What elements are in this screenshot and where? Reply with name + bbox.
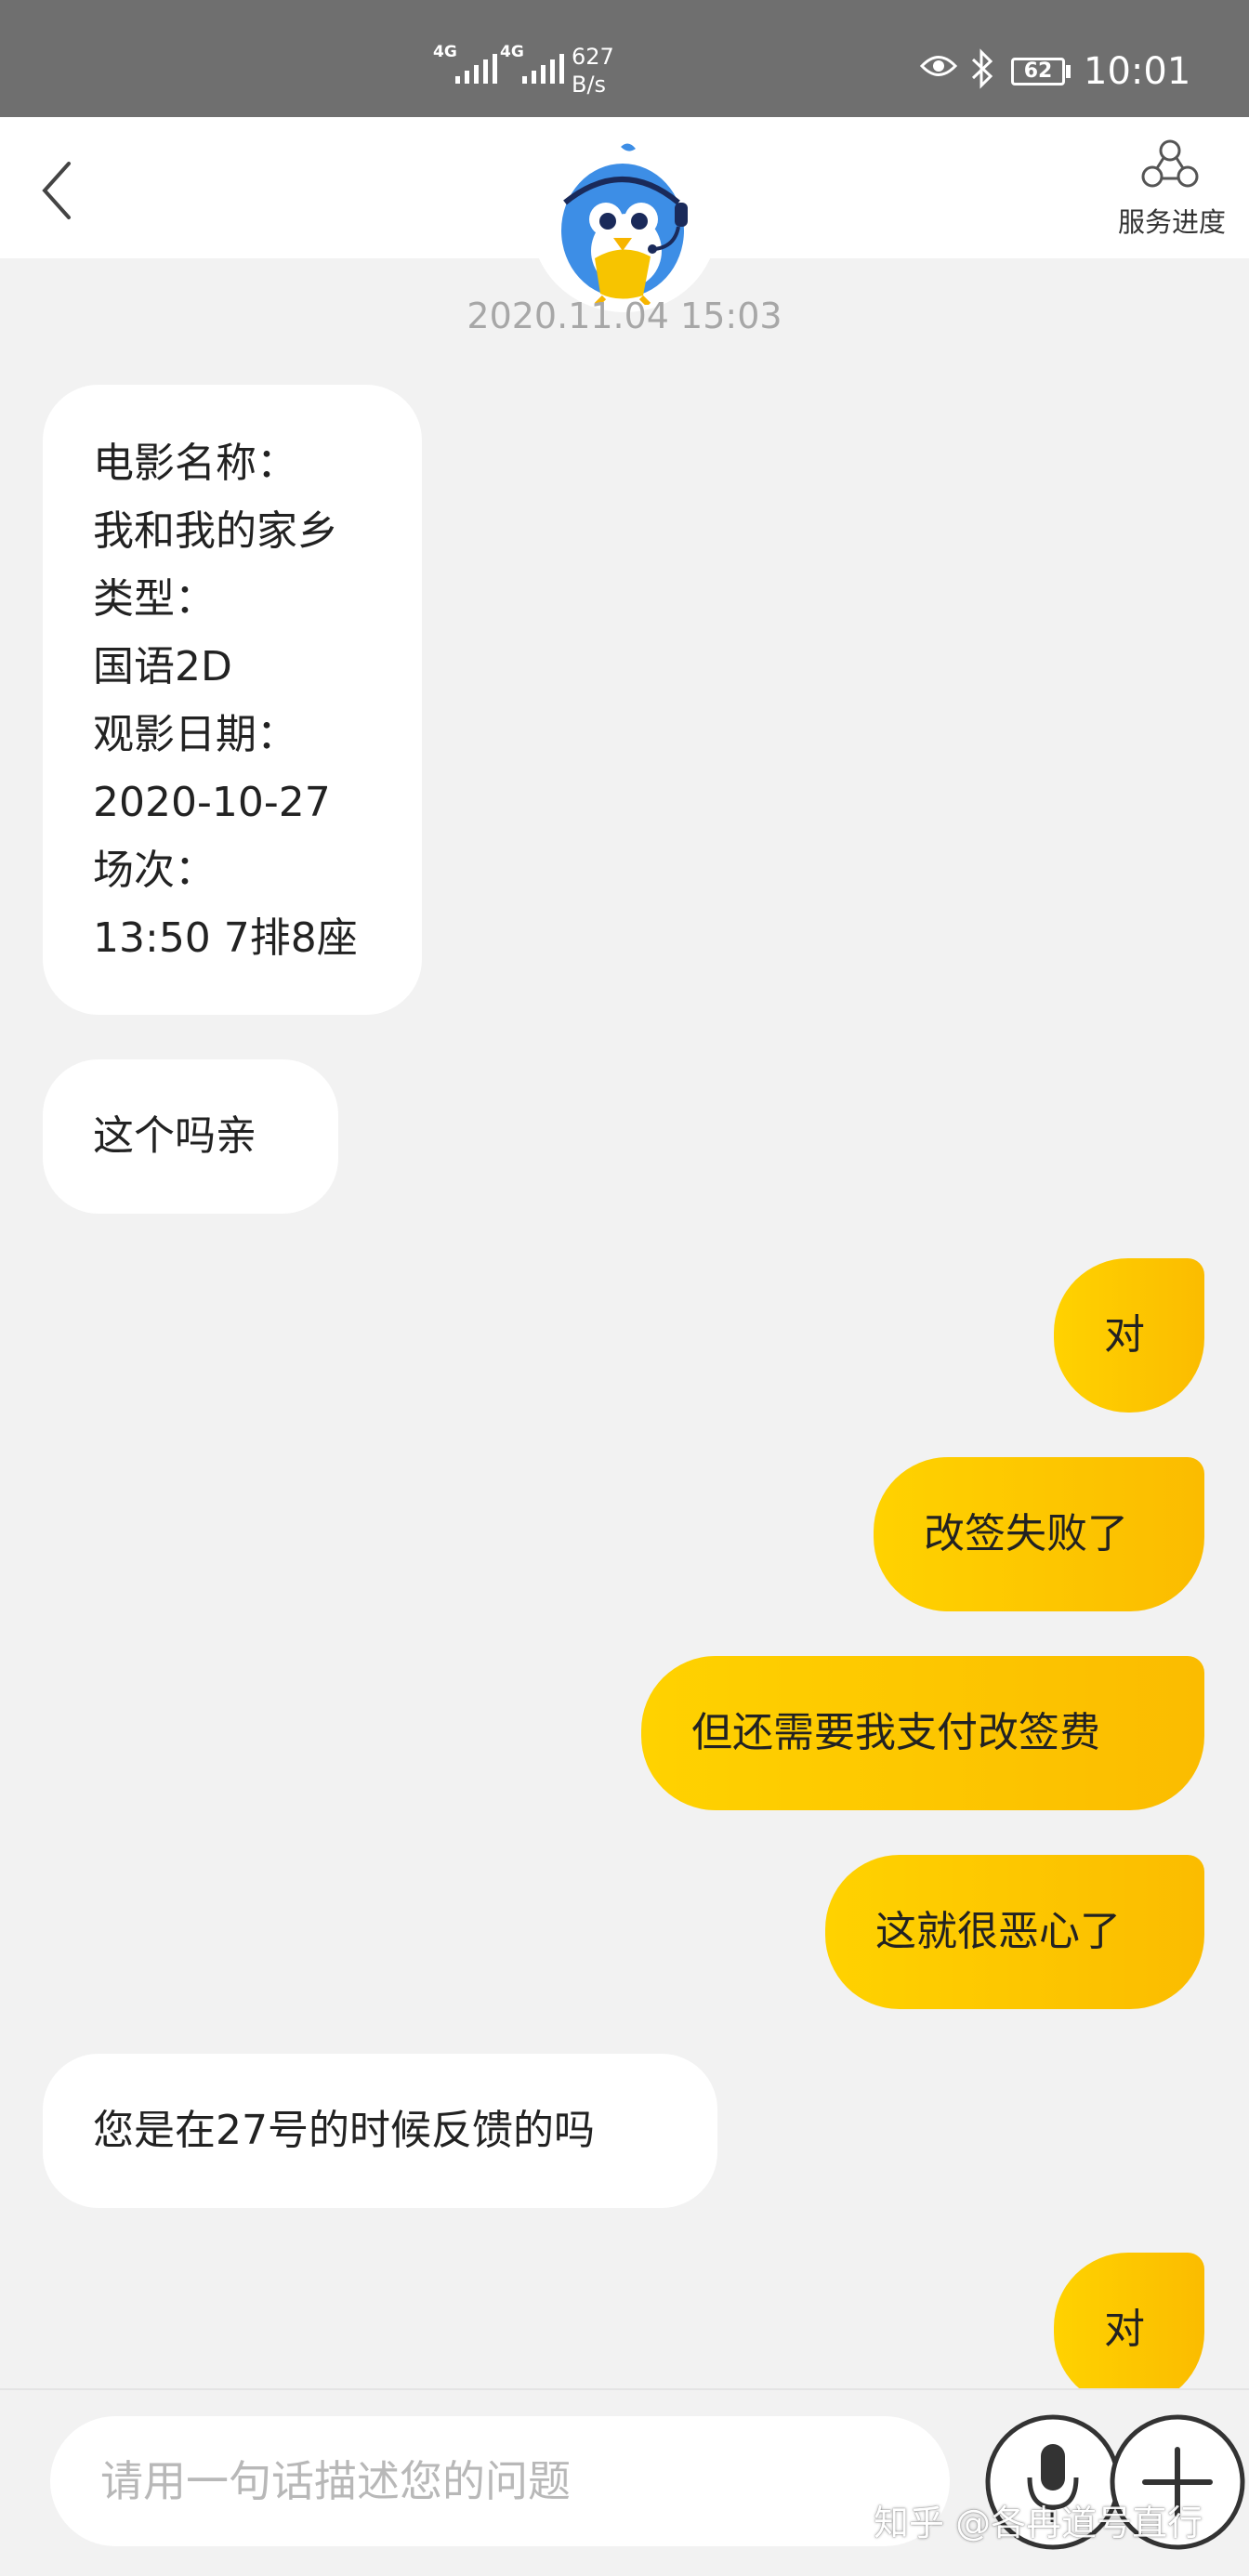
message-line: 国语2D — [93, 643, 232, 690]
message-line: 您是在27号的时候反馈的吗 — [93, 2107, 595, 2154]
bluetooth-icon — [971, 48, 993, 89]
chat-timestamp: 2020.11.04 15:03 — [467, 296, 782, 336]
message-line: 电影名称： — [93, 440, 297, 487]
service-progress-icon[interactable] — [1139, 138, 1201, 191]
user-message: 这就很恶心了 — [825, 1855, 1204, 2009]
battery-icon: 62 — [1011, 58, 1065, 85]
message-line: 2020-10-27 — [93, 779, 331, 826]
message-line: 对 — [1104, 1311, 1145, 1359]
status-bar: 4G 4G 627 B/s 62 10:01 — [0, 0, 1249, 117]
back-arrow-icon[interactable] — [37, 158, 82, 223]
watermark: 知乎 @各冉道号直行 — [874, 2503, 1203, 2543]
message-input-placeholder: 请用一句话描述您的问题 — [100, 2456, 571, 2506]
network-speed-value: 627 — [572, 44, 614, 70]
message-line: 观影日期： — [93, 711, 297, 758]
agent-message: 这个吗亲 — [43, 1059, 338, 1214]
eye-icon — [920, 56, 957, 76]
agent-message-ticket-info: 电影名称： 我和我的家乡 类型： 国语2D 观影日期： 2020-10-27 场… — [43, 385, 422, 1015]
signal-icon-1 — [455, 54, 497, 84]
message-line: 场次： — [93, 847, 216, 894]
clock: 10:01 — [1084, 50, 1191, 93]
user-message: 改签失败了 — [874, 1457, 1204, 1611]
user-message: 但还需要我支付改签费 — [641, 1656, 1204, 1810]
battery-tip — [1066, 65, 1071, 78]
signal-icon-2 — [522, 54, 564, 84]
service-progress-label[interactable]: 服务进度 — [1111, 206, 1232, 238]
message-line: 我和我的家乡 — [93, 507, 338, 555]
user-message: 对 — [1054, 2253, 1204, 2407]
message-line: 这个吗亲 — [93, 1112, 256, 1160]
agent-message: 您是在27号的时候反馈的吗 — [43, 2054, 717, 2208]
message-line: 对 — [1104, 2306, 1145, 2353]
user-message: 对 — [1054, 1258, 1204, 1413]
message-line: 改签失败了 — [924, 1510, 1128, 1557]
message-line: 类型： — [93, 575, 216, 623]
message-line: 这就很恶心了 — [875, 1908, 1121, 1955]
network-type-2: 4G — [500, 43, 524, 61]
message-line: 但还需要我支付改签费 — [691, 1709, 1100, 1756]
network-speed: 627 B/s — [572, 43, 614, 99]
message-line: 13:50 7排8座 — [93, 914, 358, 962]
service-mascot-avatar — [561, 143, 688, 305]
network-type-1: 4G — [433, 43, 457, 61]
network-speed-unit: B/s — [572, 72, 607, 98]
